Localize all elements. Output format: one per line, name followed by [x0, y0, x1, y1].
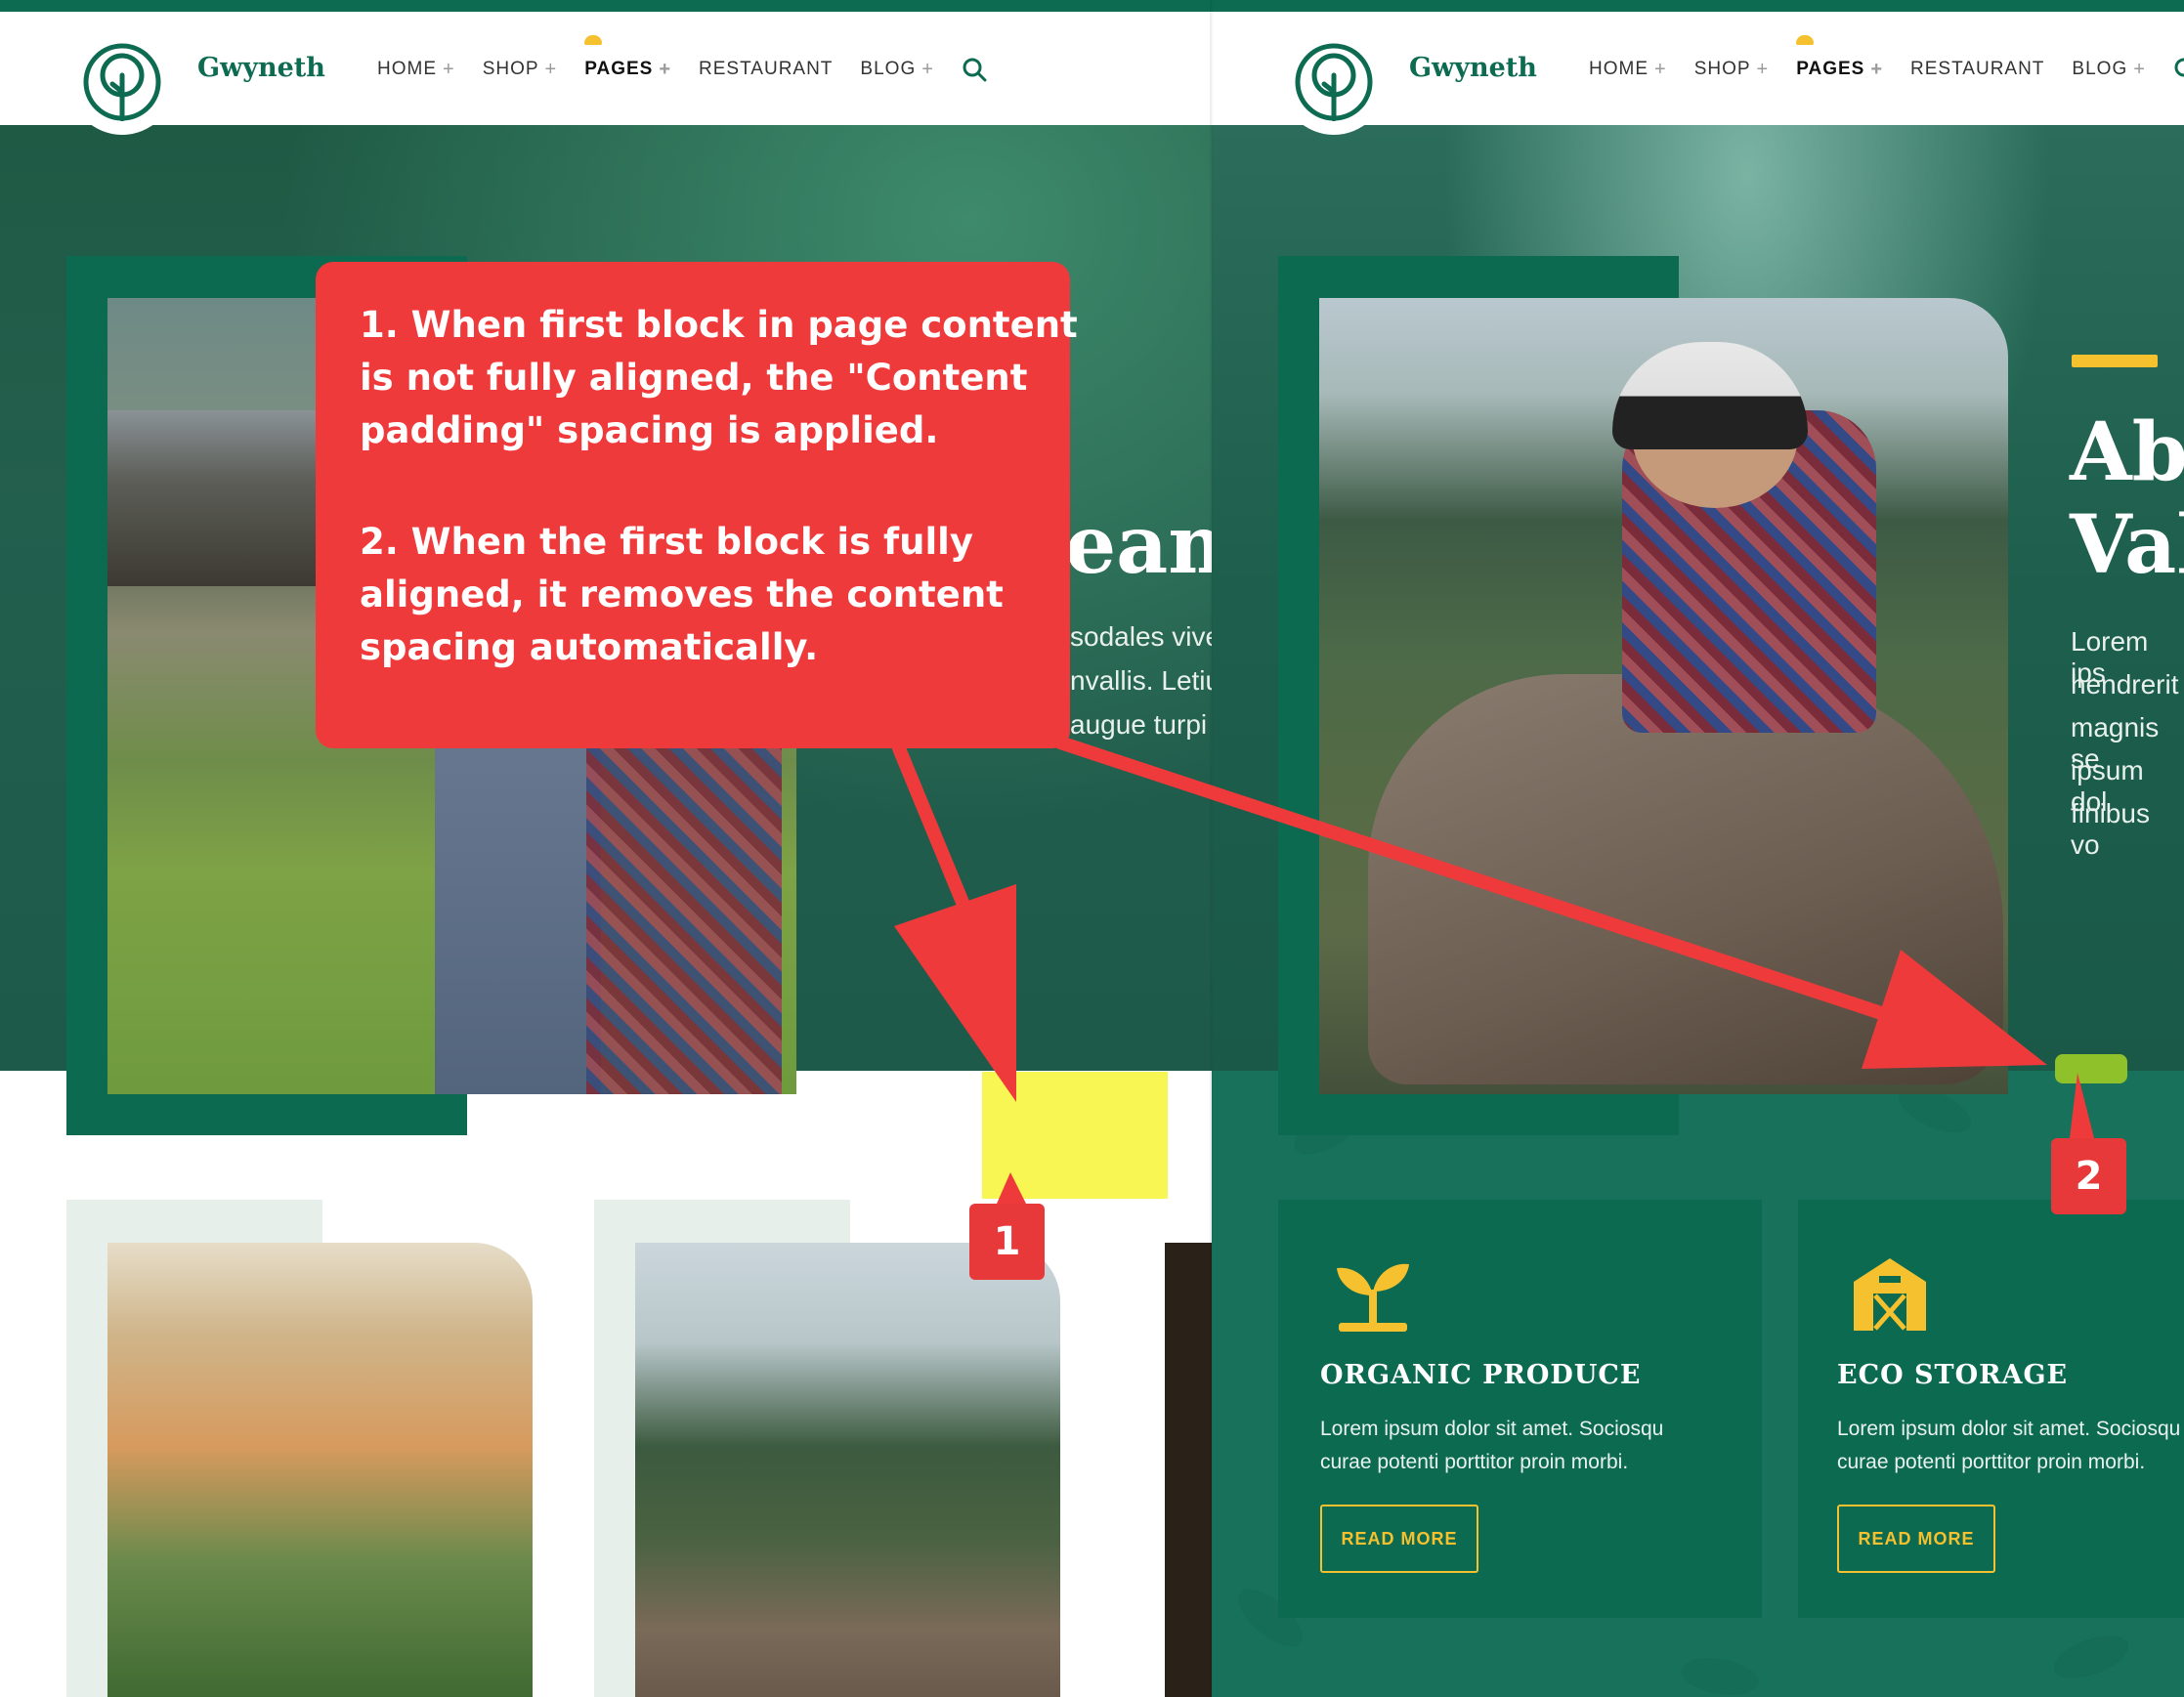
callout-line-6: spacing automatically. — [360, 626, 819, 668]
callout-line-5: aligned, it removes the content — [360, 573, 1004, 615]
callout-line-3: padding" spacing is applied. — [360, 409, 939, 451]
annotation-marker-2: 2 — [2051, 1138, 2126, 1214]
callout-line-4: 2. When the first block is fully — [360, 521, 973, 563]
callout-line-1: 1. When first block in page content — [360, 304, 1078, 346]
annotation-callout: 1. When first block in page content is n… — [316, 262, 1078, 748]
callout-line-2: is not fully aligned, the "Content — [360, 357, 1028, 399]
annotation-marker-1: 1 — [969, 1204, 1045, 1280]
annotation-arrows — [892, 736, 2094, 1204]
